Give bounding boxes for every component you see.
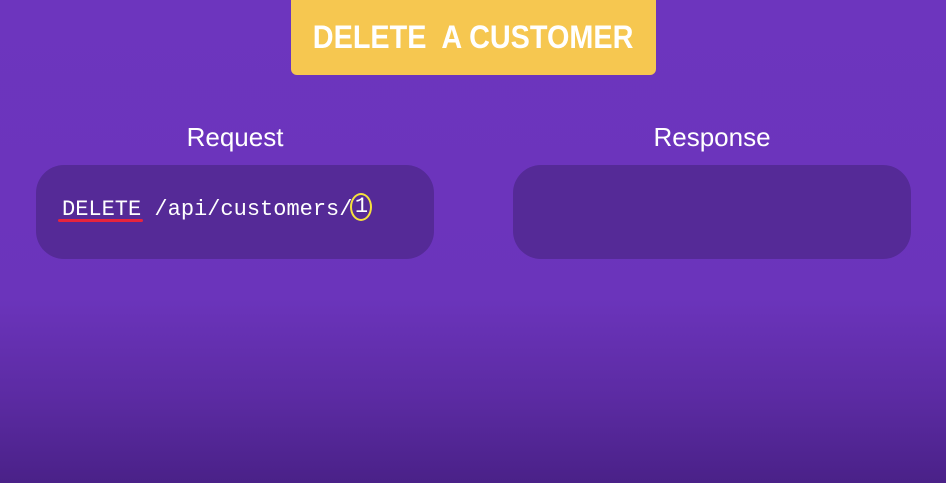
response-heading: Response xyxy=(653,122,771,152)
request-code-line: DELETE /api/customers/1 xyxy=(58,193,373,225)
request-panel: DELETE /api/customers/1 xyxy=(36,165,434,259)
response-panel xyxy=(513,165,911,259)
request-path: /api/customers/ xyxy=(154,197,353,222)
title-banner: DELETE A CUSTOMER xyxy=(291,0,656,75)
method-underline xyxy=(58,219,144,222)
customer-id-highlight: 1 xyxy=(350,193,373,222)
request-heading: Request xyxy=(186,122,284,152)
customer-id: 1 xyxy=(354,194,369,220)
http-method: DELETE xyxy=(58,195,144,225)
slide-title: DELETE A CUSTOMER xyxy=(313,19,634,55)
